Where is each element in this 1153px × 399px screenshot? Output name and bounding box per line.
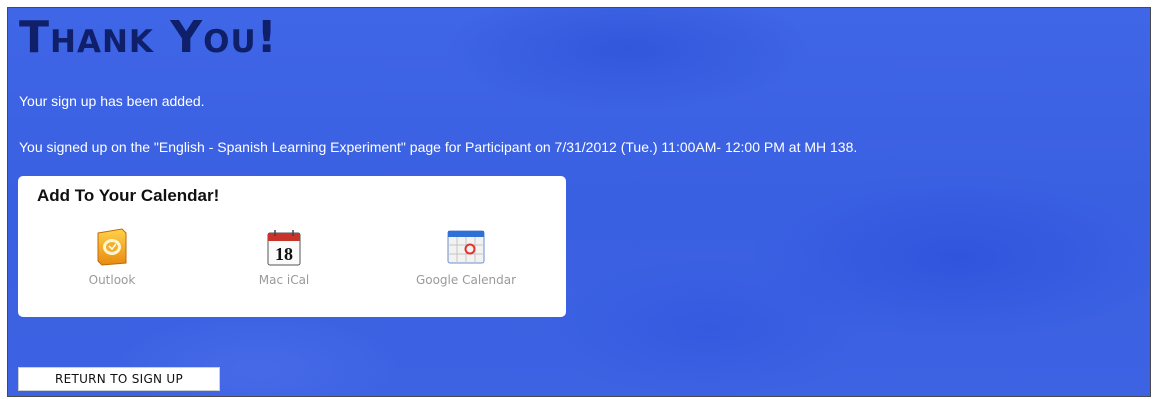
add-to-calendar-panel: Add To Your Calendar! Outlook 18 Mac iCa… xyxy=(18,176,566,317)
return-to-sign-up-button[interactable]: RETURN TO SIGN UP xyxy=(18,367,220,391)
outlook-label: Outlook xyxy=(88,273,136,287)
outlook-calendar-link[interactable]: Outlook xyxy=(79,227,145,287)
confirmation-message: Your sign up has been added. xyxy=(19,93,205,109)
mac-ical-label: Mac iCal xyxy=(258,273,310,287)
ical-day-number: 18 xyxy=(275,244,293,264)
google-calendar-icon xyxy=(447,230,485,264)
mac-ical-link[interactable]: 18 Mac iCal xyxy=(251,227,317,287)
google-calendar-label: Google Calendar xyxy=(415,273,517,287)
signup-details: You signed up on the "English - Spanish … xyxy=(19,139,858,155)
ical-icon: 18 xyxy=(267,230,301,266)
page-frame: Thank You! Your sign up has been added. … xyxy=(7,7,1151,397)
outlook-icon xyxy=(97,228,127,266)
calendar-panel-title: Add To Your Calendar! xyxy=(37,186,220,205)
google-calendar-link[interactable]: Google Calendar xyxy=(391,227,541,287)
page-title: Thank You! xyxy=(19,12,278,63)
